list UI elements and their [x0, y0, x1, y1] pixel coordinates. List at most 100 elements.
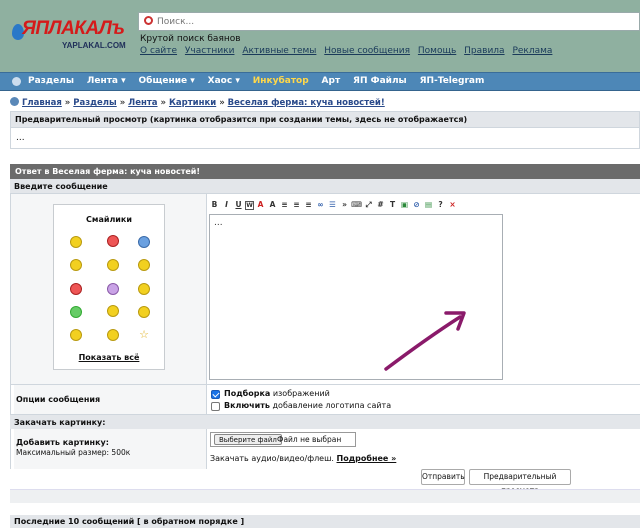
choose-file-button[interactable]: Выберите файл [214, 434, 282, 445]
collection-option-bold: Подборка [224, 389, 271, 398]
search-input[interactable] [157, 14, 627, 29]
smiley-icon[interactable] [70, 329, 82, 341]
smiley-icon[interactable] [138, 306, 150, 318]
last-10-posts-header: Последние 10 сообщений [ в обратном поря… [10, 515, 640, 528]
top-link-active-topics[interactable]: Активные темы [242, 46, 316, 56]
font-color-button[interactable]: A [255, 200, 266, 213]
smiley-icon[interactable] [138, 236, 150, 248]
expand-button[interactable]: ⤢ [363, 200, 374, 213]
upload-label-cell: Добавить картинку: Максимальный размер: … [14, 429, 207, 469]
options-label: Опции сообщения [14, 385, 207, 415]
file-input[interactable]: Выберите файл Файл не выбран [210, 432, 356, 447]
crumb-topic[interactable]: Веселая ферма: куча новостей! [228, 98, 385, 108]
show-all-smileys-link[interactable]: Показать всё [54, 353, 164, 362]
crumb-home[interactable]: Главная [22, 98, 62, 108]
link-button[interactable]: ∞ [315, 200, 326, 213]
nav-sections[interactable]: Разделы [28, 76, 74, 86]
spoiler-button[interactable]: W [245, 201, 254, 210]
editor-toolbar: B I U W A A ≡ ≡ ≡ ∞ ☰» ⌨ ⤢ # T ▣ ⊘ ▤? × [209, 199, 501, 214]
smiley-icon[interactable] [70, 306, 82, 318]
code-button[interactable]: ⌨ [351, 200, 362, 213]
bold-button[interactable]: B [209, 200, 220, 213]
top-link-about[interactable]: О сайте [140, 46, 177, 56]
italic-button[interactable]: I [221, 200, 232, 213]
nav-art[interactable]: Арт [322, 76, 341, 86]
smiley-icon[interactable] [70, 236, 82, 248]
video-button[interactable]: ⊘ [411, 200, 422, 213]
site-header: ЯПЛАКАЛъ YAPLAKAL.COM Крутой поиск баяно… [0, 0, 640, 72]
smileys-panel: Смайлики ☆ Показать всё [53, 204, 165, 370]
text-button[interactable]: T [387, 200, 398, 213]
enter-message-header: Введите сообщение [10, 179, 640, 194]
align-left-button[interactable]: ≡ [279, 200, 290, 213]
more-info-link[interactable]: Подробнее » [337, 454, 397, 463]
hash-button[interactable]: # [375, 200, 386, 213]
search-box[interactable] [138, 12, 640, 31]
top-link-new-posts[interactable]: Новые сообщения [324, 46, 410, 56]
preview-button[interactable]: Предварительный просмотр [469, 469, 571, 495]
top-link-rules[interactable]: Правила [464, 46, 504, 56]
home-icon [10, 97, 19, 106]
top-link-members[interactable]: Участники [185, 46, 235, 56]
content-area: Главная » Разделы » Лента » Картинки » В… [0, 91, 640, 528]
nav-incubator[interactable]: Инкубатор [253, 76, 309, 86]
main-nav: Разделы Лента ▾ Общение ▾ Хаос ▾ Инкубат… [0, 72, 640, 91]
smiley-icon[interactable] [107, 329, 119, 341]
send-button[interactable]: Отправить [421, 469, 465, 485]
smiley-icon[interactable] [107, 283, 119, 295]
collection-option-rest: изображений [270, 389, 330, 398]
quote-button[interactable]: » [339, 200, 350, 213]
smiley-icon[interactable] [138, 259, 150, 271]
nav-talk[interactable]: Общение ▾ [139, 76, 195, 86]
align-center-button[interactable]: ≡ [291, 200, 302, 213]
nav-files[interactable]: ЯП Файлы [353, 76, 407, 86]
nav-chaos[interactable]: Хаос ▾ [208, 76, 240, 86]
smiley-icon[interactable] [107, 259, 119, 271]
file-name: Файл не выбран [277, 435, 342, 444]
help-button[interactable]: ? [435, 200, 446, 213]
image-button[interactable]: ▣ [399, 200, 410, 213]
crumb-sections[interactable]: Разделы [73, 98, 116, 108]
star-icon[interactable]: ☆ [138, 329, 150, 341]
font-size-button[interactable]: A [267, 200, 278, 213]
logo-subtext: YAPLAKAL.COM [62, 41, 126, 50]
top-links: О сайте Участники Активные темы Новые со… [140, 46, 557, 56]
top-link-ads[interactable]: Реклама [512, 46, 552, 56]
spacer-row [10, 489, 640, 503]
crumb-separator: » [119, 98, 126, 108]
smiley-icon[interactable] [70, 283, 82, 295]
top-link-help[interactable]: Помощь [418, 46, 456, 56]
logo-option-text: Включить добавление логотипа сайта [224, 401, 391, 410]
home-icon[interactable] [12, 77, 21, 86]
crumb-feed[interactable]: Лента [128, 98, 157, 108]
site-logo[interactable]: ЯПЛАКАЛъ YAPLAKAL.COM [8, 18, 136, 54]
search-icon [144, 16, 153, 25]
tagline: Крутой поиск баянов [140, 34, 241, 44]
audio-upload-line: Закачать аудио/видео/флеш. Подробнее » [210, 454, 396, 463]
crumb-pictures[interactable]: Картинки [169, 98, 216, 108]
smileys-column: Смайлики ☆ Показать всё [11, 194, 207, 384]
collection-checkbox[interactable] [211, 390, 220, 399]
annotation-arrow-icon [384, 311, 466, 371]
logo-text: ЯПЛАКАЛъ [22, 18, 125, 39]
reply-title: Ответ в Веселая ферма: куча новостей! [10, 164, 640, 179]
gallery-button[interactable]: ▤ [423, 200, 434, 213]
smiley-icon[interactable] [138, 283, 150, 295]
audio-upload-text: Закачать аудио/видео/флеш. [210, 454, 334, 463]
align-right-button[interactable]: ≡ [303, 200, 314, 213]
smiley-icon[interactable] [107, 235, 119, 247]
message-options: Опции сообщения Подборка изображений Вкл… [10, 384, 640, 415]
logo-checkbox[interactable] [211, 402, 220, 411]
preview-body: ... [16, 133, 25, 143]
nav-telegram[interactable]: ЯП-Telegram [420, 76, 485, 86]
upload-header: Закачать картинку: [10, 414, 640, 429]
collection-option-text: Подборка изображений [224, 389, 330, 398]
nav-feed[interactable]: Лента ▾ [87, 76, 126, 86]
smiley-icon[interactable] [107, 305, 119, 317]
clear-button[interactable]: × [447, 200, 458, 213]
underline-button[interactable]: U [233, 200, 244, 213]
smileys-title: Смайлики [86, 215, 132, 224]
smiley-icon[interactable] [70, 259, 82, 271]
crumb-separator: » [64, 98, 71, 108]
list-button[interactable]: ☰ [327, 200, 338, 213]
